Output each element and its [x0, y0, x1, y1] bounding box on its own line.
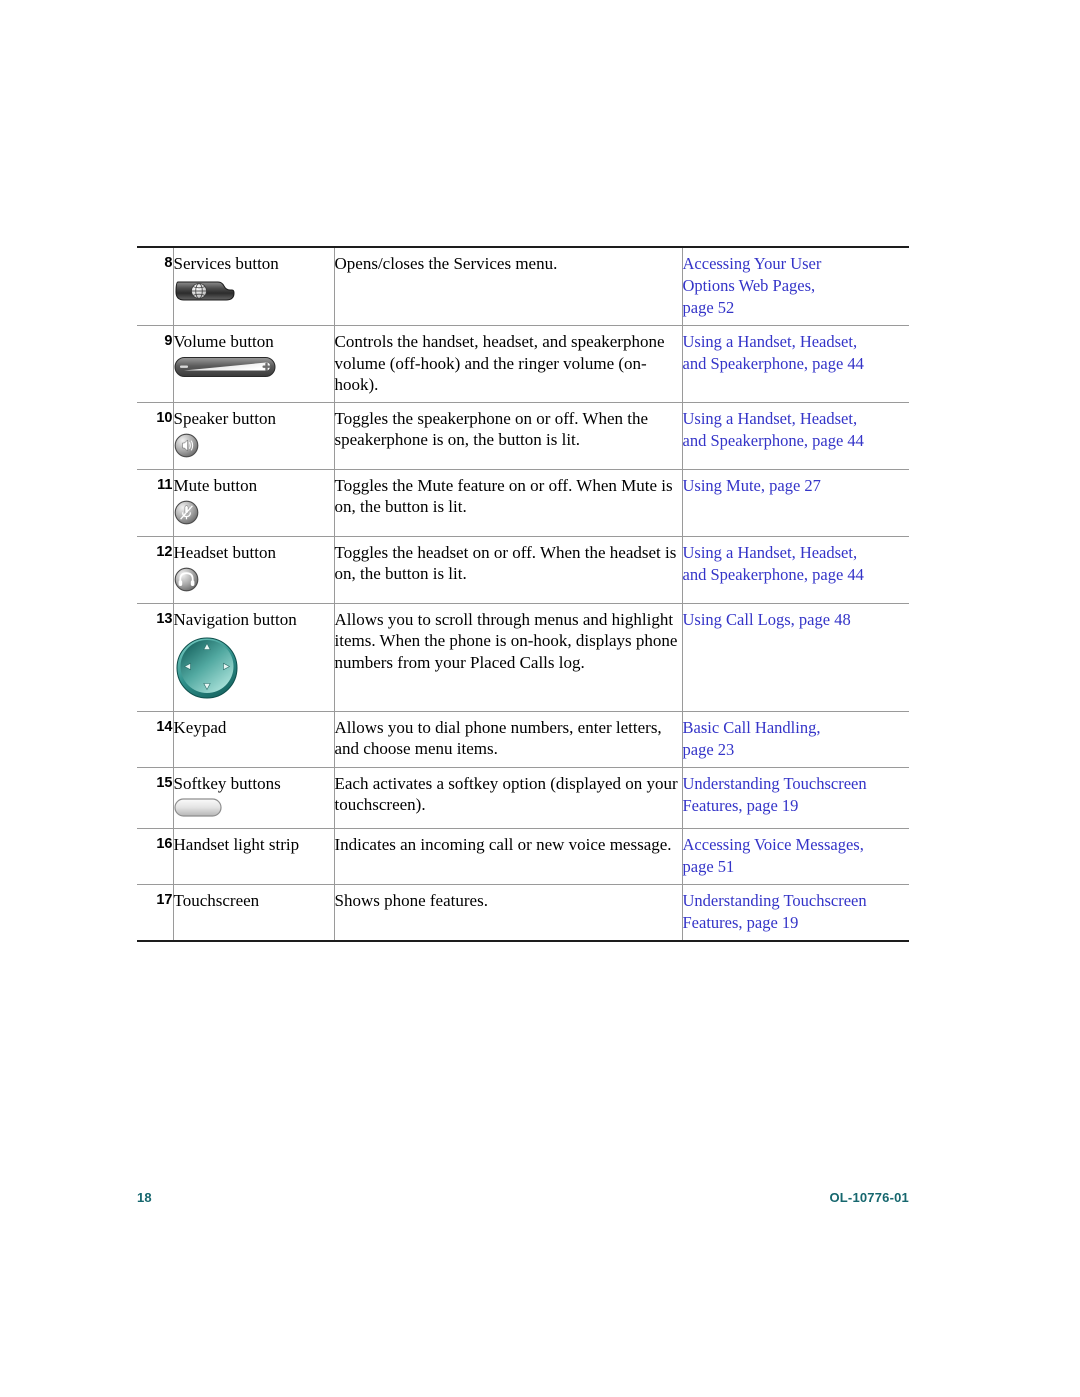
description-cell: Each activates a softkey option (display…: [333, 767, 682, 829]
cross-reference-cell[interactable]: Understanding Touchscreen Features, page …: [681, 767, 910, 829]
feature-cell: Speaker button: [172, 402, 334, 470]
mute-button-icon: [174, 500, 198, 524]
row-number: 8: [137, 246, 173, 326]
softkey-button-icon: [173, 797, 222, 817]
cross-reference-link[interactable]: Understanding Touchscreen: [683, 890, 910, 912]
footer-page-number: 18: [137, 1190, 152, 1205]
feature-cell: Volume button: [172, 325, 334, 403]
cross-reference-link[interactable]: and Speakerphone, page 44: [683, 353, 910, 375]
description-cell: Opens/closes the Services menu.: [333, 246, 682, 326]
cross-reference-link[interactable]: Using Call Logs, page 48: [683, 609, 910, 631]
volume-rocker-icon-wrapper: [174, 356, 334, 383]
description-cell: Allows you to dial phone numbers, enter …: [333, 711, 682, 768]
row-number: 12: [137, 536, 173, 604]
cross-reference-link[interactable]: Using a Handset, Headset,: [683, 542, 910, 564]
navigation-button-icon-wrapper: [174, 634, 334, 705]
cross-reference-link[interactable]: Features, page 19: [683, 795, 910, 817]
cross-reference-link[interactable]: Using a Handset, Headset,: [683, 408, 910, 430]
row-number: 11: [137, 469, 173, 537]
table-row: 12 Headset button Toggles the headset on …: [137, 536, 910, 604]
speaker-button-icon: [174, 433, 198, 457]
table-row: 8Services button Opens/closes the Servi: [137, 246, 910, 326]
headset-button-icon: [174, 567, 198, 591]
description-cell: Toggles the speakerphone on or off. When…: [333, 402, 682, 470]
feature-label: Volume button: [173, 332, 274, 351]
feature-cell: Handset light strip: [172, 828, 334, 885]
cross-reference-link[interactable]: Understanding Touchscreen: [683, 773, 910, 795]
cross-reference-link[interactable]: page 51: [683, 856, 910, 878]
feature-cell: Navigation button: [172, 603, 334, 712]
cross-reference-cell[interactable]: Using a Handset, Headset, and Speakerphon…: [681, 325, 910, 403]
table-row: 13 Navigation button Allows you to scrol…: [137, 603, 910, 712]
row-number: 13: [137, 603, 173, 712]
row-number: 17: [137, 884, 173, 942]
cross-reference-link[interactable]: Accessing Your User: [683, 253, 910, 275]
description-cell: Toggles the headset on or off. When the …: [333, 536, 682, 604]
description-cell: Controls the handset, headset, and speak…: [333, 325, 682, 403]
cross-reference-link[interactable]: Using a Handset, Headset,: [683, 331, 910, 353]
feature-label: Services button: [173, 254, 279, 273]
headset-button-icon-wrapper: [174, 567, 334, 597]
cross-reference-link[interactable]: Basic Call Handling,: [683, 717, 910, 739]
feature-label: Keypad: [173, 717, 227, 737]
row-number: 16: [137, 828, 173, 885]
description-cell: Toggles the Mute feature on or off. When…: [333, 469, 682, 537]
page-footer: 18 OL-10776-01: [137, 1190, 909, 1212]
row-number: 10: [137, 402, 173, 470]
feature-cell: Keypad: [172, 711, 334, 768]
cross-reference-link[interactable]: and Speakerphone, page 44: [683, 564, 910, 586]
cross-reference-link[interactable]: Accessing Voice Messages,: [683, 834, 910, 856]
row-number: 15: [137, 767, 173, 829]
volume-rocker-icon: [174, 357, 275, 377]
services-button-icon: [174, 281, 235, 301]
row-number: 14: [137, 711, 173, 768]
cross-reference-link[interactable]: Features, page 19: [683, 912, 910, 934]
cross-reference-link[interactable]: Using Mute, page 27: [683, 475, 910, 497]
cross-reference-link[interactable]: and Speakerphone, page 44: [683, 430, 910, 452]
feature-label: Speaker button: [173, 408, 276, 428]
table-row: 9 Volume button Controls the handset, he…: [137, 325, 910, 403]
softkey-button-icon-wrapper: [173, 797, 334, 822]
cross-reference-cell[interactable]: Accessing Voice Messages, page 51: [681, 828, 910, 885]
mute-button-icon-wrapper: [174, 500, 334, 530]
feature-label: Touchscreen: [173, 890, 260, 910]
cross-reference-cell[interactable]: Basic Call Handling, page 23: [681, 711, 910, 768]
feature-cell: Services button: [172, 246, 334, 326]
row-number: 9: [137, 325, 173, 403]
cross-reference-cell[interactable]: Using Call Logs, page 48: [681, 603, 910, 712]
feature-label: Handset light strip: [173, 834, 300, 854]
description-cell: Allows you to scroll through menus and h…: [333, 603, 682, 712]
feature-label: Navigation button: [173, 609, 297, 629]
feature-cell: Softkey buttons: [172, 767, 334, 829]
cross-reference-cell[interactable]: Accessing Your User Options Web Pages, pag…: [681, 246, 910, 326]
description-cell: Indicates an incoming call or new voice …: [333, 828, 682, 885]
feature-label: Softkey buttons: [173, 773, 281, 793]
cross-reference-cell[interactable]: Using a Handset, Headset, and Speakerphon…: [681, 536, 910, 604]
feature-label: Headset button: [173, 542, 276, 562]
speaker-button-icon-wrapper: [174, 433, 334, 463]
cross-reference-cell[interactable]: Using Mute, page 27: [681, 469, 910, 537]
cross-reference-link[interactable]: Options Web Pages,: [683, 275, 910, 297]
feature-label: Mute button: [173, 475, 258, 495]
phone-features-table: 8Services button Opens/closes the Servi: [137, 246, 909, 942]
navigation-button-icon: [176, 637, 237, 698]
cross-reference-cell[interactable]: Using a Handset, Headset, and Speakerphon…: [681, 402, 910, 470]
footer-document-id: OL-10776-01: [829, 1190, 909, 1205]
cross-reference-cell[interactable]: Understanding Touchscreen Features, page …: [681, 884, 910, 942]
table-row: 10 Speaker button Toggles the speakerphon…: [137, 402, 910, 470]
cross-reference-link[interactable]: page 52: [683, 297, 910, 319]
table-row: 15 Softkey buttons Each activates a softk…: [137, 767, 910, 829]
document-page: 8Services button Opens/closes the Servi: [0, 0, 1080, 1397]
feature-cell: Mute button: [172, 469, 334, 537]
feature-cell: Touchscreen: [172, 884, 334, 942]
services-button-icon-wrapper: [174, 278, 334, 309]
table-row: 17 Touchscreen Shows phone features. Unders…: [137, 884, 910, 942]
table-row: 11 Mute button Toggles the Mute feature o…: [137, 469, 910, 537]
cross-reference-link[interactable]: page 23: [683, 739, 910, 761]
table-row: 16 Handset light strip Indicates an incomi…: [137, 828, 910, 885]
table-row: 14 Keypad Allows you to dial phone numbers…: [137, 711, 910, 768]
feature-cell: Headset button: [172, 536, 334, 604]
description-cell: Shows phone features.: [333, 884, 682, 942]
